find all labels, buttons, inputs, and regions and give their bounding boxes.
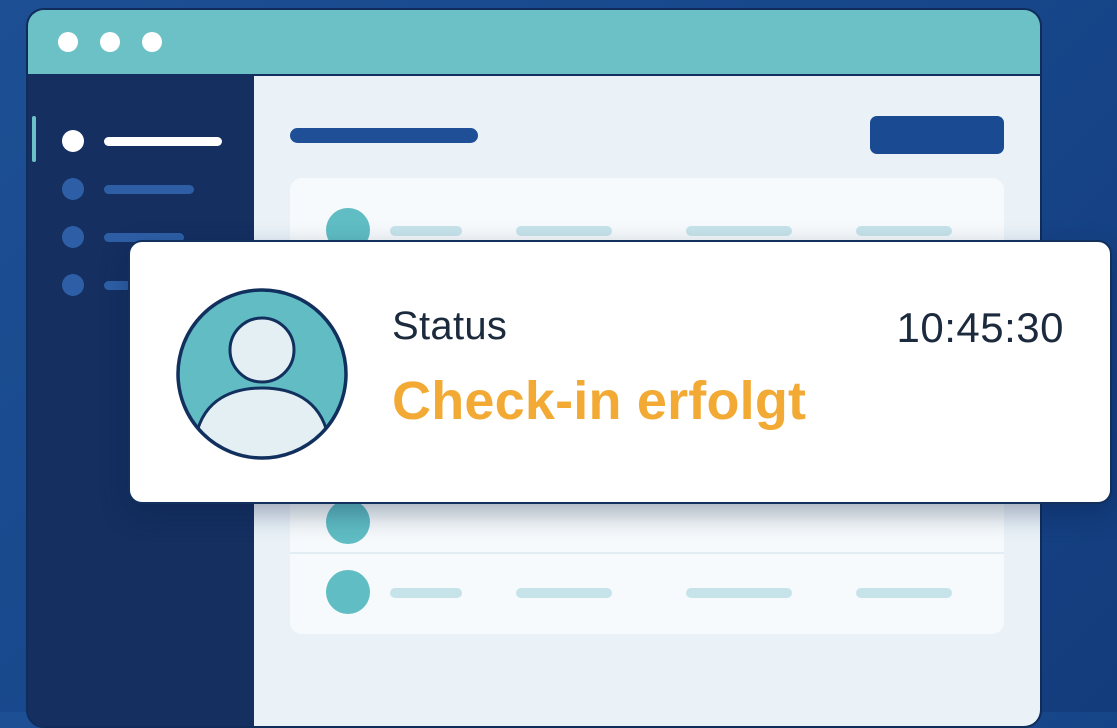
sidebar-active-indicator [32,116,36,162]
window-maximize-dot-icon[interactable] [142,32,162,52]
table-cell-placeholder [390,588,462,598]
sidebar-item-1[interactable] [62,130,232,152]
window-minimize-dot-icon[interactable] [100,32,120,52]
row-avatar [326,500,370,544]
table-cell-placeholder [516,226,612,236]
table-cell-placeholder [686,226,792,236]
sidebar-item-dot-icon [62,130,84,152]
table-row[interactable] [290,558,1004,618]
row-avatar [326,570,370,614]
window-close-dot-icon[interactable] [58,32,78,52]
table-cell-placeholder [516,588,612,598]
status-message: Check-in erfolgt [392,371,807,431]
window-titlebar [28,10,1040,76]
row-divider [290,552,1004,554]
status-label: Status [392,304,508,348]
page-title-placeholder [290,128,478,143]
sidebar-item-dot-icon [62,226,84,248]
table-cell-placeholder [856,588,952,598]
sidebar-item-label-placeholder [104,185,194,194]
status-timestamp: 10:45:30 [896,304,1064,351]
sidebar-item-dot-icon [62,274,84,296]
checkin-notification-card[interactable]: Status 10:45:30 Check-in erfolgt [128,240,1112,504]
sidebar-item-2[interactable] [62,178,232,200]
sidebar-item-label-placeholder [104,137,222,146]
primary-action-button[interactable] [870,116,1004,154]
table-cell-placeholder [390,226,462,236]
sidebar-item-dot-icon [62,178,84,200]
table-cell-placeholder [686,588,792,598]
user-avatar-icon [176,288,348,460]
table-cell-placeholder [856,226,952,236]
